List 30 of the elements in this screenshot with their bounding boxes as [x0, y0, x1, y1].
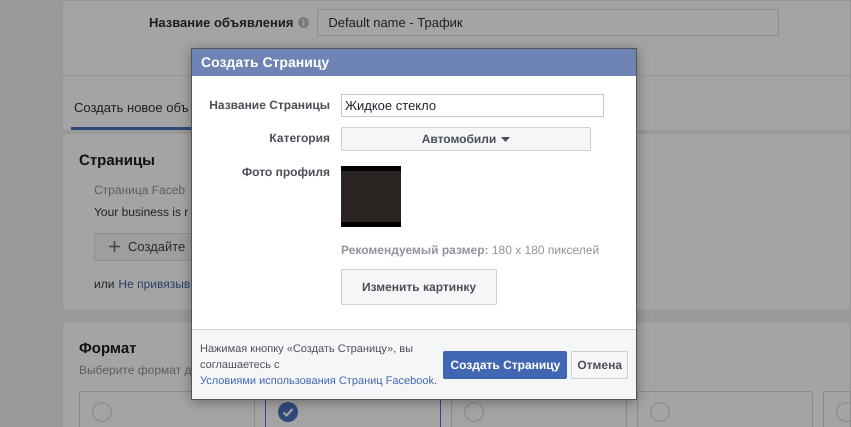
plus-icon — [109, 241, 120, 252]
create-page-button[interactable]: Создайте — [94, 232, 192, 260]
page-label: Страница Faceb — [94, 182, 186, 198]
field-label: Название Страницы — [208, 97, 330, 114]
check-circle-icon[interactable] — [278, 402, 298, 422]
unlink-page-link[interactable]: Не привязыв — [118, 274, 190, 292]
cancel-button[interactable]: Отмена — [571, 350, 628, 378]
dialog-title: Создать Страницу — [192, 49, 636, 76]
caret-icon — [501, 136, 510, 142]
info-icon — [298, 17, 310, 28]
create-page-button[interactable]: Создать Страницу — [443, 350, 568, 378]
section-title: Формат — [79, 339, 137, 359]
radio-button[interactable] — [464, 402, 484, 422]
change-picture-button[interactable]: Изменить картинку — [341, 269, 497, 305]
field-label: Фото профиля — [240, 164, 330, 181]
terms-text: Нажимая кнопку «Создать Страницу», вы соглашаетесь с Условиями использования Страниц Facebook. — [200, 342, 438, 388]
ad-name-label: Название объявления — [149, 14, 294, 32]
field-label: Категория — [268, 130, 330, 147]
page-name-field[interactable]: Жидкое стекло — [341, 94, 604, 117]
radio-button[interactable] — [650, 402, 670, 422]
radio-button[interactable] — [836, 402, 851, 422]
or-text: или — [94, 276, 114, 292]
radio-button[interactable] — [92, 402, 112, 422]
size-hint: Рекомендуемый размер: 180 x 180 пикселей — [341, 242, 600, 259]
section-title: Страницы — [79, 151, 155, 171]
photo-placeholder — [341, 166, 401, 227]
ad-name-field[interactable]: Default name - Трафик — [317, 9, 780, 36]
business-text: Your business is r — [94, 204, 188, 220]
terms-link[interactable]: Условиями использования Страниц Facebook — [200, 374, 434, 386]
category-dropdown[interactable]: Автомобили — [341, 127, 591, 151]
